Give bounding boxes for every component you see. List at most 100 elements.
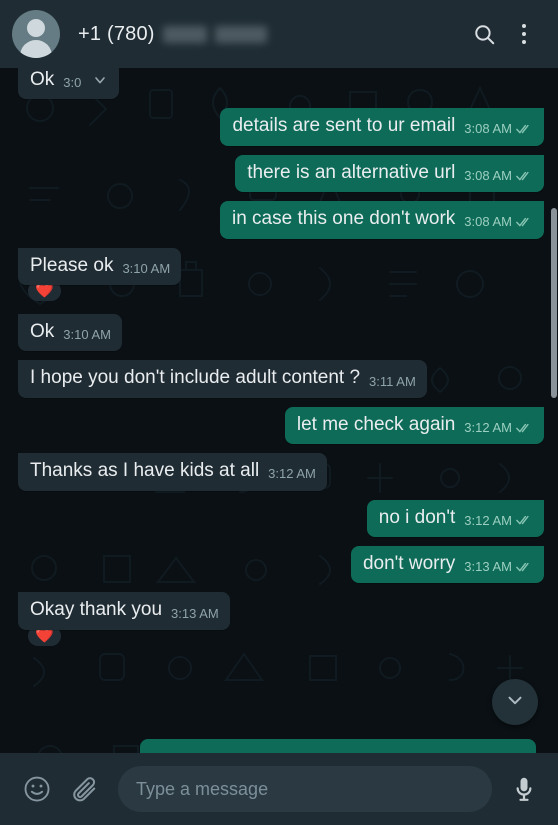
avatar-head-shape xyxy=(27,19,45,37)
message-time: 3:12 AM xyxy=(464,419,512,435)
scroll-to-bottom-button[interactable] xyxy=(492,679,538,725)
paperclip-icon[interactable] xyxy=(68,772,102,806)
message-bubble-outgoing[interactable]: don't worry 3:13 AM xyxy=(350,546,544,584)
message-meta: 3:08 AM xyxy=(464,168,533,183)
message-composer xyxy=(0,753,558,825)
message-meta: 3:10 AM xyxy=(122,261,170,276)
double-check-icon xyxy=(516,422,533,434)
chevron-down-icon xyxy=(504,689,526,716)
message-time: 3:08 AM xyxy=(464,214,512,230)
message-row[interactable]: Please ok 3:10 AM ❤️ xyxy=(18,247,544,305)
message-column: Ok 3:10 AM xyxy=(18,314,122,352)
message-row[interactable]: let me check again 3:12 AM xyxy=(18,406,544,445)
contact-name-container[interactable]: +1 (780) xyxy=(78,23,267,46)
message-bubble-incoming[interactable]: Okay thank you 3:13 AM xyxy=(18,592,230,630)
chat-scrollbar-thumb[interactable] xyxy=(551,208,557,398)
message-column: Thanks as I have kids at all 3:12 AM xyxy=(18,453,327,491)
redacted-number-part-1 xyxy=(162,25,207,43)
message-meta: 3:11 AM xyxy=(369,374,416,389)
redacted-number-part-2 xyxy=(214,25,267,43)
message-column: in case this one don't work 3:08 AM xyxy=(219,201,544,239)
message-row[interactable]: no i don't 3:12 AM xyxy=(18,499,544,538)
message-text: details are sent to ur email xyxy=(232,115,456,137)
messages-container: Ok 3:0 details are sent to ur email 3:08… xyxy=(0,68,558,659)
message-bubble-incoming[interactable]: Please ok 3:10 AM xyxy=(18,247,182,286)
message-column: no i don't 3:12 AM xyxy=(366,499,544,538)
message-bubble-incoming[interactable]: Ok 3:0 xyxy=(18,68,120,100)
message-text: I hope you don't include adult content ? xyxy=(30,367,361,389)
emoji-smiley-icon[interactable] xyxy=(20,772,54,806)
overflow-menu-icon[interactable] xyxy=(504,14,544,54)
chat-header: +1 (780) xyxy=(0,0,558,68)
message-text: Please ok xyxy=(30,254,114,276)
message-list[interactable]: Ok 3:0 details are sent to ur email 3:08… xyxy=(0,68,558,753)
message-column: let me check again 3:12 AM xyxy=(284,406,544,445)
message-meta: 3:08 AM xyxy=(464,121,533,136)
message-meta: 3:10 AM xyxy=(63,327,111,342)
message-bubble-outgoing[interactable]: there is an alternative url 3:08 AM xyxy=(235,154,544,193)
message-bubble-outgoing[interactable]: details are sent to ur email 3:08 AM xyxy=(220,108,544,146)
message-meta: 3:08 AM xyxy=(464,214,533,229)
message-input-container[interactable] xyxy=(118,766,492,812)
message-text: Thanks as I have kids at all xyxy=(30,460,260,482)
message-text: in case this one don't work xyxy=(231,208,456,230)
message-time: 3:12 AM xyxy=(464,512,512,528)
message-time: 3:10 AM xyxy=(122,260,171,276)
message-meta: 3:12 AM xyxy=(464,513,533,528)
message-column: Please ok 3:10 AM ❤️ xyxy=(18,247,182,305)
message-row[interactable]: in case this one don't work 3:08 AM xyxy=(18,201,544,239)
message-text: there is an alternative url xyxy=(247,161,456,183)
message-row[interactable]: Okay thank you 3:13 AM ❤️ xyxy=(18,592,544,649)
message-text: no i don't xyxy=(378,506,456,528)
message-column: there is an alternative url 3:08 AM xyxy=(235,154,544,193)
message-text: Ok xyxy=(30,69,55,90)
message-meta: 3:12 AM xyxy=(268,466,316,481)
message-text: Okay thank you xyxy=(30,599,163,621)
message-bubble-incoming[interactable]: I hope you don't include adult content ?… xyxy=(18,360,427,398)
message-row[interactable]: I hope you don't include adult content ?… xyxy=(18,360,544,398)
double-check-icon xyxy=(516,170,533,182)
message-bubble-outgoing[interactable]: let me check again 3:12 AM xyxy=(284,406,544,445)
message-bubble-outgoing[interactable]: no i don't 3:12 AM xyxy=(366,499,544,538)
double-check-icon xyxy=(516,514,533,526)
double-check-icon xyxy=(516,123,533,135)
chat-scrollbar[interactable] xyxy=(550,68,558,753)
partial-message-bubble-outgoing[interactable] xyxy=(140,739,536,753)
message-row[interactable]: don't worry 3:13 AM xyxy=(18,546,544,584)
search-icon[interactable] xyxy=(464,14,504,54)
message-time: 3:0 xyxy=(63,75,82,91)
dot-1 xyxy=(522,24,526,28)
dot-2 xyxy=(522,32,526,36)
message-text: let me check again xyxy=(296,413,456,435)
double-check-icon xyxy=(516,216,533,228)
message-row[interactable]: Thanks as I have kids at all 3:12 AM xyxy=(18,453,544,491)
chevron-down-icon[interactable] xyxy=(92,72,108,88)
avatar[interactable] xyxy=(12,10,60,58)
message-column: details are sent to ur email 3:08 AM xyxy=(220,108,544,146)
message-column: Ok 3:0 xyxy=(18,68,120,100)
microphone-icon[interactable] xyxy=(506,771,542,807)
message-time: 3:11 AM xyxy=(369,373,416,389)
message-meta: 3:13 AM xyxy=(464,559,533,574)
message-bubble-incoming[interactable]: Ok 3:10 AM xyxy=(18,314,122,352)
message-bubble-outgoing[interactable]: in case this one don't work 3:08 AM xyxy=(219,201,544,239)
message-time: 3:08 AM xyxy=(464,167,512,183)
message-meta: 3:13 AM xyxy=(171,606,219,621)
message-meta: 3:12 AM xyxy=(464,420,533,435)
message-bubble-incoming[interactable]: Thanks as I have kids at all 3:12 AM xyxy=(18,453,327,491)
message-time: 3:13 AM xyxy=(171,605,219,621)
avatar-body-shape xyxy=(20,40,52,58)
message-input[interactable] xyxy=(136,778,474,800)
message-row[interactable]: details are sent to ur email 3:08 AM xyxy=(18,108,544,146)
message-text: Ok xyxy=(30,321,55,343)
message-column: Okay thank you 3:13 AM ❤️ xyxy=(18,592,230,649)
dot-3 xyxy=(522,40,526,44)
message-time: 3:13 AM xyxy=(464,559,512,575)
message-row[interactable]: Ok 3:10 AM xyxy=(18,314,544,352)
message-row[interactable]: Ok 3:0 xyxy=(18,68,544,100)
message-time: 3:10 AM xyxy=(63,327,111,343)
message-row[interactable]: there is an alternative url 3:08 AM xyxy=(18,154,544,193)
whatsapp-chat-screen: +1 (780) Ok 3:0 details are sent to ur e… xyxy=(0,0,558,825)
message-time: 3:08 AM xyxy=(464,121,512,137)
double-check-icon xyxy=(516,561,533,573)
